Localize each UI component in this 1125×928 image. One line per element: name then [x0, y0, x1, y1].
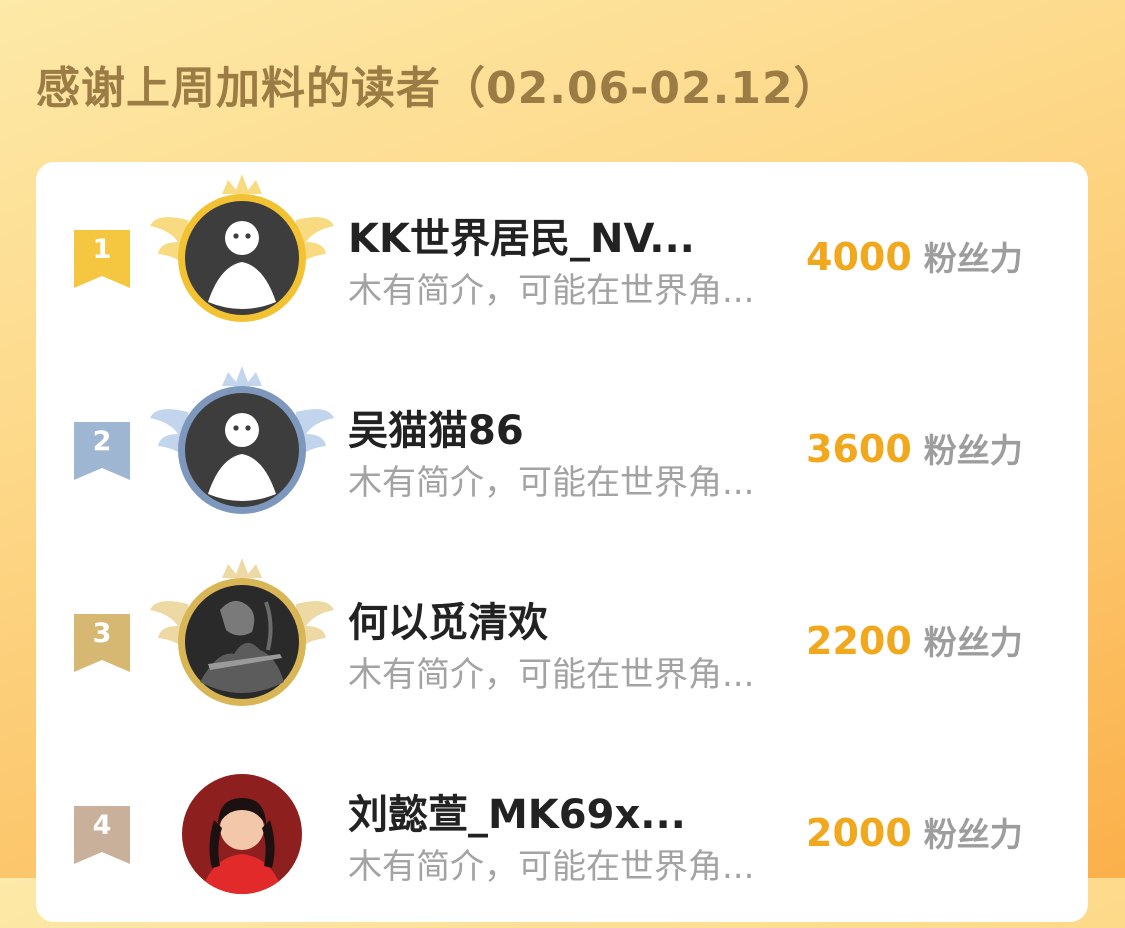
fans-score: 2000 粉丝力	[806, 808, 1023, 856]
fans-label: 粉丝力	[923, 239, 1023, 278]
reader-name[interactable]: 何以觅清欢	[348, 590, 548, 648]
reader-name[interactable]: 吴猫猫86	[348, 398, 524, 456]
leaderboard-row-1[interactable]: 1 KK世界居民_NV... 木有简介，可能在世界角... 4000 粉丝力	[36, 162, 1088, 352]
leaderboard-row-2[interactable]: 2 吴猫猫86 木有简介，可能在世界角... 3600 粉丝力	[36, 354, 1088, 544]
rank-number: 2	[92, 426, 112, 457]
leaderboard-row-3[interactable]: 3 何以觅清欢 木有简介，可能在世界角... 2200 粉丝力	[36, 546, 1088, 736]
fans-label: 粉丝力	[923, 815, 1023, 854]
leaderboard-row-4[interactable]: 4 刘懿萱_MK69x... 木有简介，可能在世界角... 2000 粉丝力	[36, 738, 1088, 928]
fans-value: 3600	[806, 427, 912, 471]
reader-name[interactable]: 刘懿萱_MK69x...	[348, 782, 686, 840]
fans-score: 4000 粉丝力	[806, 232, 1023, 280]
avatar[interactable]	[148, 362, 336, 522]
rank-number: 1	[92, 234, 112, 265]
fans-value: 4000	[806, 235, 912, 279]
reader-bio: 木有简介，可能在世界角...	[348, 463, 755, 503]
fans-score: 3600 粉丝力	[806, 424, 1023, 472]
reader-bio: 木有简介，可能在世界角...	[348, 847, 755, 887]
fans-label: 粉丝力	[923, 623, 1023, 662]
fans-value: 2200	[806, 619, 912, 663]
rank-ribbon: 4	[74, 806, 130, 864]
leaderboard-card: 1 KK世界居民_NV... 木有简介，可能在世界角... 4000 粉丝力 2…	[36, 162, 1088, 922]
fans-score: 2200 粉丝力	[806, 616, 1023, 664]
fans-label: 粉丝力	[923, 431, 1023, 470]
fans-value: 2000	[806, 811, 912, 855]
rank-number: 4	[92, 810, 112, 841]
reader-name[interactable]: KK世界居民_NV...	[348, 206, 695, 264]
reader-bio: 木有简介，可能在世界角...	[348, 655, 755, 695]
rank-ribbon: 1	[74, 230, 130, 288]
rank-ribbon: 2	[74, 422, 130, 480]
reader-bio: 木有简介，可能在世界角...	[348, 271, 755, 311]
avatar[interactable]	[148, 554, 336, 714]
rank-ribbon: 3	[74, 614, 130, 672]
rank-number: 3	[92, 618, 112, 649]
avatar[interactable]	[148, 170, 336, 330]
page-title: 感谢上周加料的读者（02.06-02.12）	[36, 63, 839, 114]
avatar[interactable]	[148, 746, 336, 906]
